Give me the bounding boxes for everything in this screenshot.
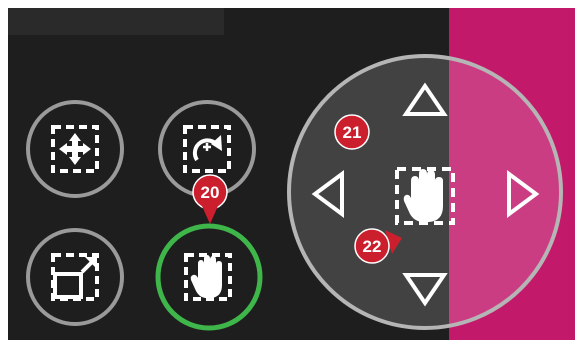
- move-arrows-icon: [51, 125, 99, 173]
- camera-control-panel: 20 21 22: [8, 8, 575, 340]
- direction-pad[interactable]: [287, 54, 563, 330]
- controls-layer: 20 21 22: [26, 54, 563, 331]
- resize-icon: [51, 253, 99, 301]
- callout-21-label: 21: [343, 123, 362, 142]
- rotate-icon: [183, 125, 231, 173]
- callout-20-label: 20: [201, 183, 220, 202]
- resize-mode-button[interactable]: [26, 228, 124, 326]
- pan-mode-button[interactable]: [155, 223, 263, 331]
- move-mode-button[interactable]: [26, 100, 124, 198]
- callout-22-label: 22: [363, 237, 382, 256]
- hand-icon: [184, 253, 232, 301]
- callout-21: 21: [334, 114, 370, 150]
- callout-20: 20: [192, 174, 228, 224]
